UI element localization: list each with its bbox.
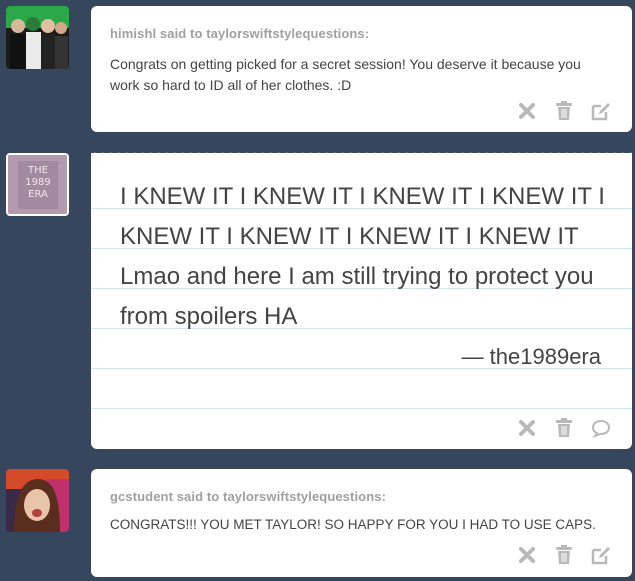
post-actions bbox=[516, 417, 612, 439]
ask-message: CONGRATS!!! YOU MET TAYLOR! SO HAPPY FOR… bbox=[110, 517, 596, 532]
ask-card-1: himishl said to taylorswiftstylequestion… bbox=[91, 6, 632, 132]
trash-button[interactable] bbox=[553, 100, 575, 122]
edit-pencil-icon bbox=[591, 103, 610, 121]
edit-button[interactable] bbox=[590, 544, 612, 566]
avatar-caption: THE 1989 ERA bbox=[25, 165, 51, 200]
trash-icon bbox=[556, 545, 572, 564]
note-signature[interactable]: — the1989era bbox=[462, 337, 601, 377]
trash-icon bbox=[556, 101, 572, 120]
avatar-selfie bbox=[6, 469, 69, 532]
speech-bubble-icon bbox=[591, 419, 611, 438]
note-card: I KNEW IT I KNEW IT I KNEW IT I KNEW IT … bbox=[91, 150, 632, 449]
asker-label[interactable]: gcstudent said to taylorswiftstylequesti… bbox=[110, 489, 386, 504]
asker-label[interactable]: himishl said to taylorswiftstylequestion… bbox=[110, 26, 369, 41]
post-actions bbox=[516, 544, 612, 566]
post-actions bbox=[516, 100, 612, 122]
close-x-icon bbox=[519, 420, 535, 436]
ask-card-3: gcstudent said to taylorswiftstylequesti… bbox=[91, 469, 632, 577]
avatar-the1989era[interactable]: THE 1989 ERA bbox=[6, 153, 69, 216]
delete-button[interactable] bbox=[516, 544, 538, 566]
delete-button[interactable] bbox=[516, 100, 538, 122]
delete-button[interactable] bbox=[516, 417, 538, 439]
note-text: I KNEW IT I KNEW IT I KNEW IT I KNEW IT … bbox=[120, 183, 605, 330]
trash-button[interactable] bbox=[553, 544, 575, 566]
close-x-icon bbox=[519, 103, 535, 119]
ask-message: Congrats on getting picked for a secret … bbox=[110, 56, 581, 93]
avatar-gcstudent[interactable] bbox=[6, 469, 69, 532]
trash-button[interactable] bbox=[553, 417, 575, 439]
avatar-group-photo bbox=[6, 6, 69, 69]
avatar-himishl[interactable] bbox=[6, 6, 69, 69]
edit-pencil-icon bbox=[591, 547, 610, 565]
trash-icon bbox=[556, 418, 572, 437]
close-x-icon bbox=[519, 547, 535, 563]
reply-button[interactable] bbox=[590, 417, 612, 439]
edit-button[interactable] bbox=[590, 100, 612, 122]
